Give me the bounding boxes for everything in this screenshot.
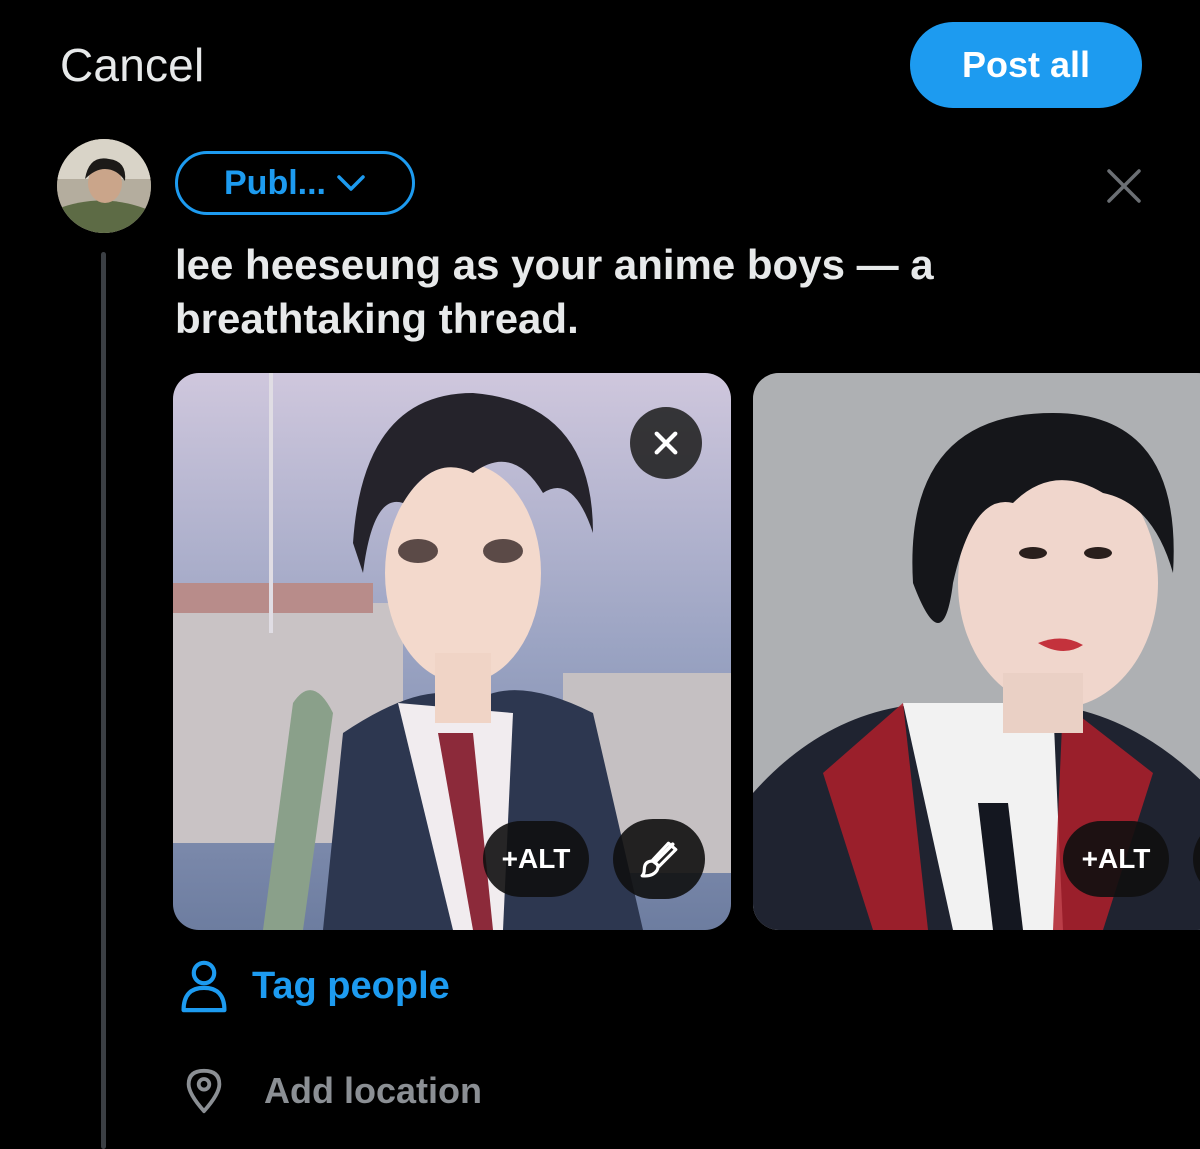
- person-icon: [181, 960, 227, 1013]
- tag-people-button[interactable]: Tag people: [178, 956, 450, 1016]
- add-location-label: Add location: [264, 1070, 482, 1111]
- close-icon: [654, 431, 678, 455]
- cancel-button[interactable]: Cancel: [60, 38, 204, 92]
- audience-label: Publ...: [224, 163, 326, 202]
- close-icon[interactable]: [1104, 166, 1144, 206]
- remove-media-button[interactable]: [630, 407, 702, 479]
- chevron-down-icon: [337, 175, 365, 191]
- top-bar: Cancel Post all: [0, 0, 1200, 128]
- tag-people-label: Tag people: [252, 964, 450, 1007]
- post-text[interactable]: lee heeseung as your anime boys — a brea…: [175, 238, 1135, 346]
- post-all-button[interactable]: Post all: [910, 22, 1142, 108]
- audience-selector[interactable]: Publ...: [175, 151, 415, 215]
- add-location-button[interactable]: Add location: [184, 1063, 482, 1119]
- media-item-2[interactable]: +ALT: [753, 373, 1200, 930]
- edit-media-button[interactable]: [613, 819, 705, 899]
- media-item-1[interactable]: +ALT: [173, 373, 731, 930]
- add-alt-text-button[interactable]: +ALT: [483, 821, 589, 897]
- location-pin-icon: [186, 1068, 222, 1114]
- add-alt-text-button[interactable]: +ALT: [1063, 821, 1169, 897]
- brush-icon: [640, 841, 678, 878]
- thread-line: [101, 252, 106, 1149]
- avatar[interactable]: [57, 139, 151, 233]
